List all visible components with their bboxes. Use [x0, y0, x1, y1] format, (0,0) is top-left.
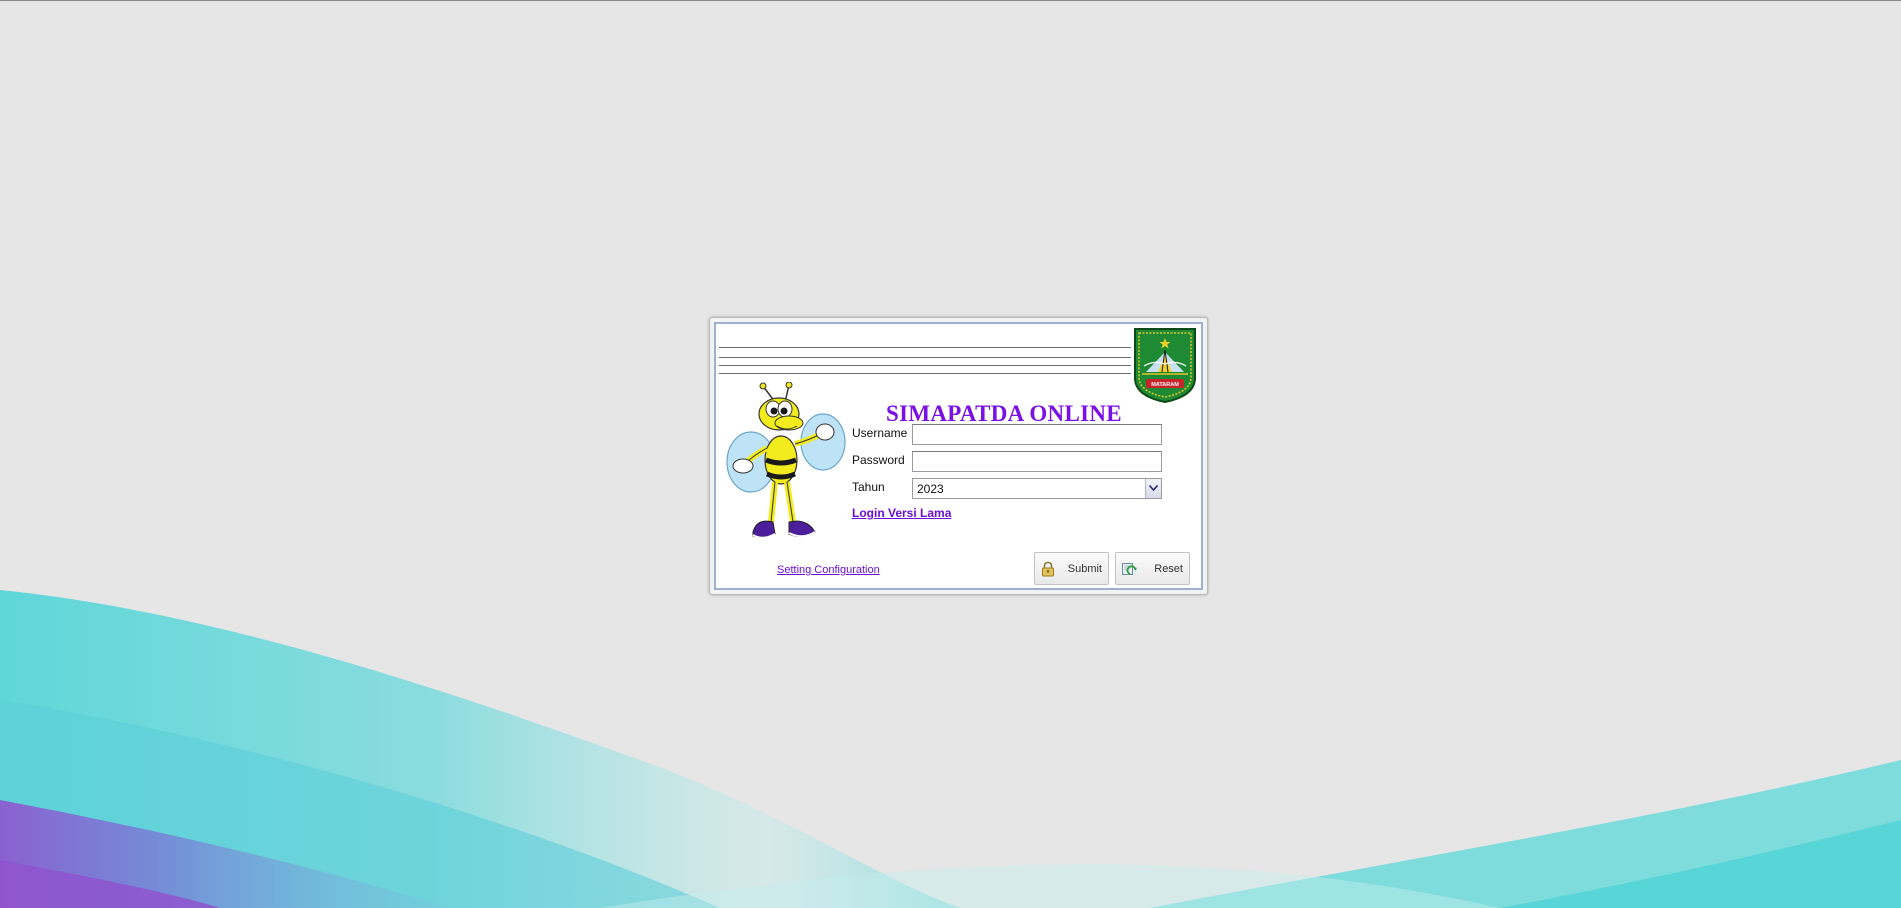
password-input[interactable] — [912, 451, 1162, 472]
bee-mascot-image — [726, 382, 846, 539]
submit-button[interactable]: Submit — [1034, 552, 1109, 585]
submit-button-label: Submit — [1067, 563, 1102, 575]
login-old-version-link[interactable]: Login Versi Lama — [852, 506, 951, 520]
chevron-down-icon[interactable] — [1145, 479, 1161, 498]
year-label: Tahun — [852, 480, 885, 494]
lock-icon — [1042, 561, 1054, 577]
username-input[interactable] — [912, 424, 1162, 445]
header-rules — [719, 347, 1131, 383]
username-label: Username — [852, 426, 908, 440]
svg-text:MATARAM: MATARAM — [1151, 382, 1179, 388]
reset-button-label: Reset — [1154, 563, 1183, 575]
reset-button[interactable]: Reset — [1115, 552, 1190, 585]
refresh-icon — [1122, 563, 1137, 575]
login-panel: MATARAM SIMAPATDA ONLINE Username Passwo… — [714, 322, 1203, 590]
year-select[interactable]: 2023 — [912, 478, 1162, 499]
login-dialog: MATARAM SIMAPATDA ONLINE Username Passwo… — [709, 317, 1208, 595]
mataram-emblem-logo: MATARAM — [1134, 328, 1196, 404]
password-label: Password — [852, 453, 905, 467]
year-select-value: 2023 — [917, 482, 944, 496]
setting-configuration-link[interactable]: Setting Configuration — [777, 564, 880, 576]
